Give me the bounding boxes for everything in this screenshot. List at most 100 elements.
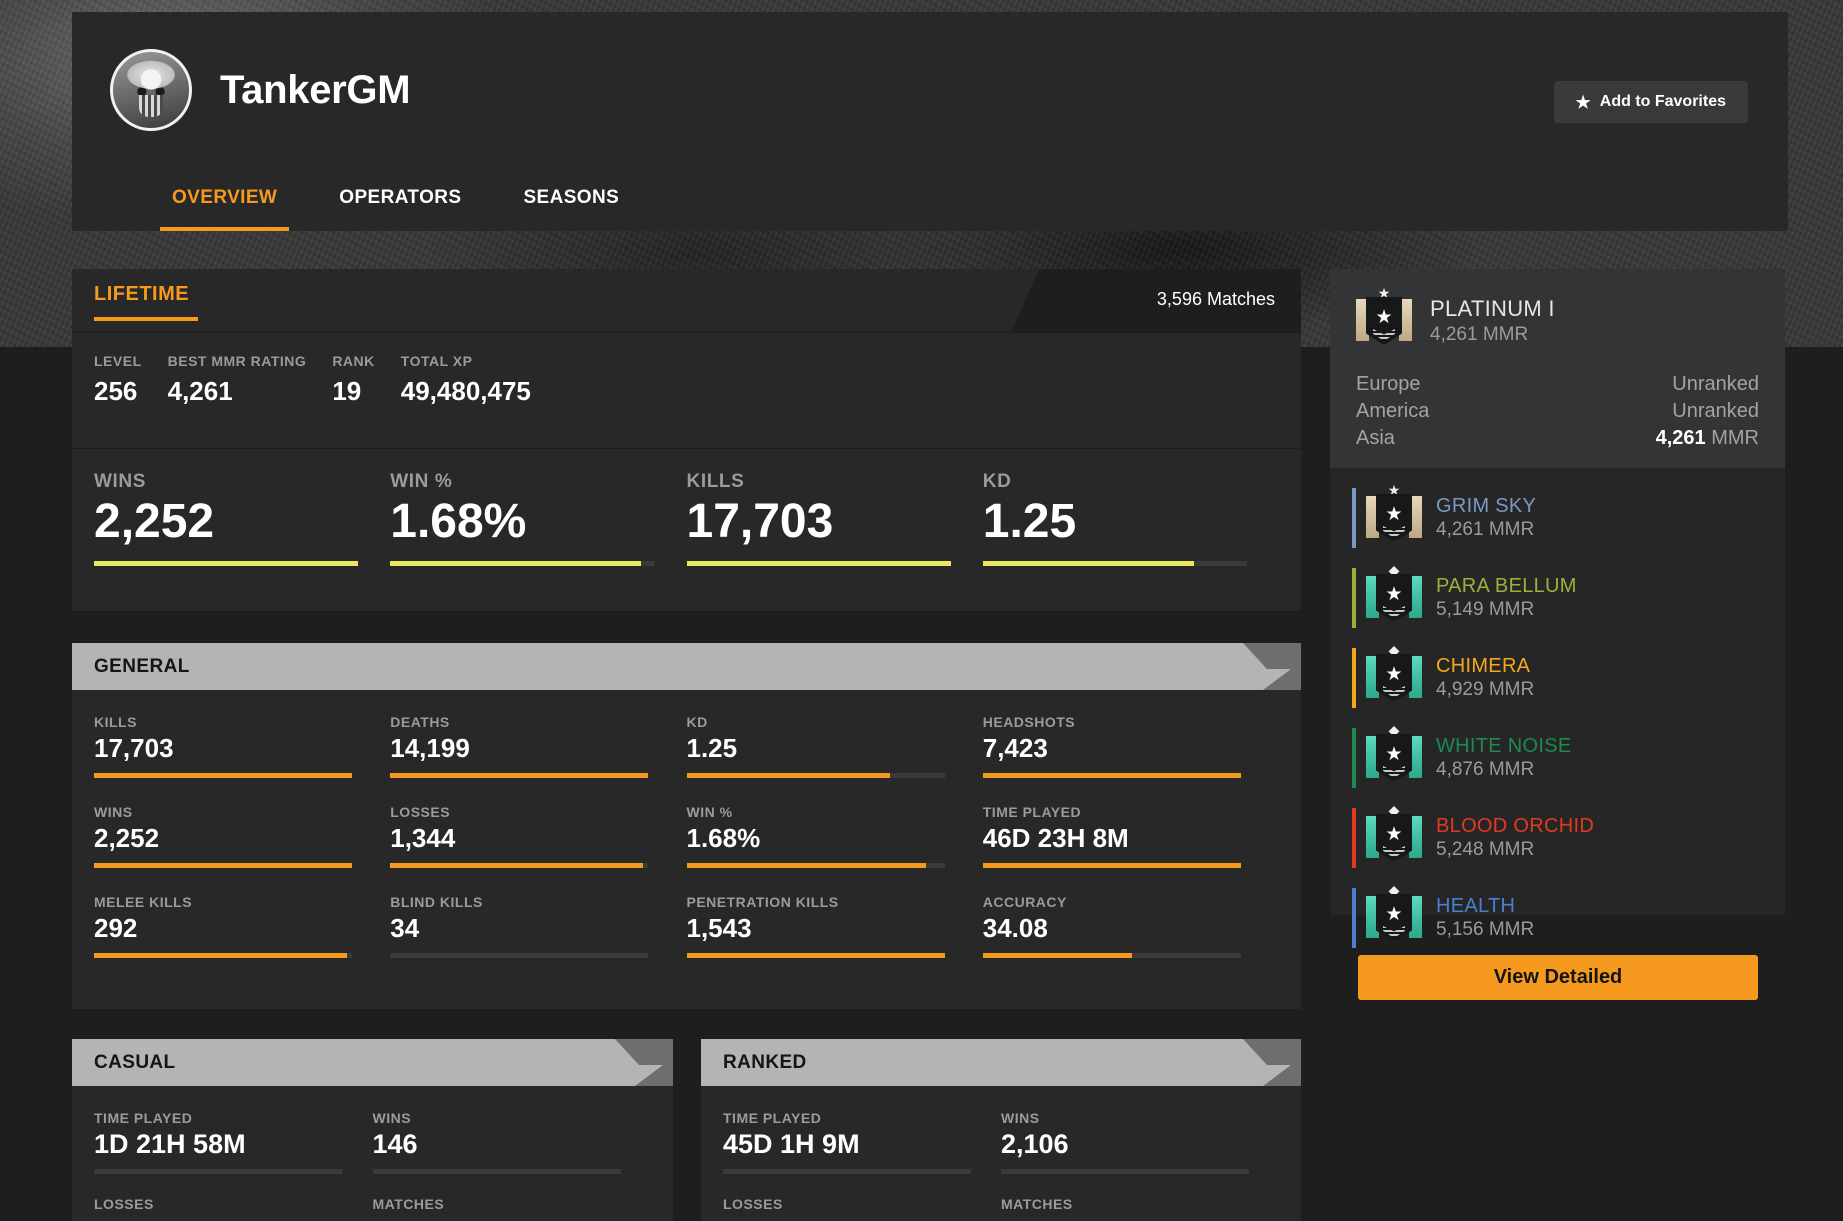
stat-label: KILLS [94, 714, 137, 730]
stat-value: 14,199 [390, 733, 470, 763]
stat-value: 1.25 [982, 495, 1077, 548]
season-accent-bar [1352, 488, 1356, 548]
stat-progress-track [982, 953, 1241, 958]
season-mmr: 4,261 MMR [1436, 519, 1535, 540]
stat-value: 1.68% [686, 823, 761, 853]
view-detailed-button[interactable]: View Detailed [1358, 955, 1758, 1000]
season-history-list: ★ ★ GRIM SKY 4,261 MMR ◆ ★ PARA BELLUM 5,149 MM… [1330, 468, 1785, 958]
season-item-blood-orchid[interactable]: ◆ ★ BLOOD ORCHID 5,248 MMR [1330, 798, 1785, 878]
lifetime-meta-level: LEVEL 256 [94, 353, 142, 407]
ranked-panel: RANKED TIME PLAYED 45D 1H 9M WINS 2,106 LOSS… [701, 1039, 1301, 1221]
tab-seasons[interactable]: SEASONS [523, 187, 619, 231]
lifetime-stat-win-: WIN % 1.68% [390, 471, 686, 566]
stat-progress-track [686, 863, 945, 868]
lifetime-stat-row: WINS 2,252 WIN % 1.68% KILLS 17,703 KD 1.25 [94, 471, 1279, 566]
stat-label: KILLS [686, 471, 745, 492]
stat-label: HEADSHOTS [982, 714, 1076, 730]
stat-progress-track [686, 773, 945, 778]
stat-progress-fill [390, 863, 644, 868]
stat-progress-track [390, 953, 649, 958]
stat-progress-fill [686, 953, 945, 958]
season-item-health[interactable]: ◆ ★ HEALTH 5,156 MMR [1330, 878, 1785, 958]
season-name: GRIM SKY [1436, 495, 1537, 517]
season-accent-bar [1352, 568, 1356, 628]
stat-value: 2,252 [94, 823, 160, 853]
stat-label: WINS [94, 471, 147, 492]
tab-operators[interactable]: OPERATORS [339, 187, 461, 231]
stat-progress-fill [390, 773, 649, 778]
season-rank-badge: ◆ ★ [1366, 643, 1422, 710]
badge-star-icon: ★ [1375, 307, 1393, 328]
platinum-rank-badge: ★ ★ [1356, 286, 1412, 353]
rank-mmr: 4,261 MMR [1430, 324, 1529, 345]
stat-progress-track [94, 1169, 342, 1174]
tab-overview[interactable]: OVERVIEW [159, 187, 290, 231]
region-row-america: America Unranked [1356, 398, 1759, 425]
ranked-stat-wins: WINS 2,106 [1001, 1110, 1279, 1174]
stat-progress-track [686, 953, 945, 958]
stat-value: 2,106 [1001, 1129, 1069, 1159]
meta-label: LEVEL [94, 353, 142, 369]
profile-header-card: TankerGM ★ Add to Favorites OVERVIEW OPE… [72, 12, 1788, 231]
stat-value: 1.68% [390, 495, 527, 548]
rank-sidebar: ★ ★ PLATINUM I 4,261 MMR Europe Unranked A… [1330, 269, 1785, 948]
general-stat-losses: LOSSES 1,344 [390, 804, 686, 868]
region-value: Unranked [1672, 400, 1759, 422]
add-to-favorites-button[interactable]: ★ Add to Favorites [1553, 81, 1748, 123]
stat-label: TIME PLAYED [723, 1110, 822, 1126]
casual-panel-header: CASUAL [72, 1039, 673, 1086]
badge-star-icon: ★ [1385, 744, 1403, 765]
stat-value: 34 [390, 913, 420, 943]
casual-stat-matches: MATCHES [373, 1196, 652, 1221]
stat-progress-track [94, 773, 352, 778]
stat-label: LOSSES [723, 1196, 783, 1212]
season-rank-badge: ◆ ★ [1366, 563, 1422, 630]
region-row-asia: Asia 4,261 MMR [1356, 425, 1759, 452]
stat-progress-fill [686, 773, 891, 778]
season-mmr: 4,876 MMR [1436, 759, 1535, 780]
stat-value: 146 [372, 1129, 418, 1159]
season-mmr: 5,248 MMR [1436, 839, 1535, 860]
season-rank-badge: ◆ ★ [1366, 803, 1422, 870]
page-root: TankerGM ★ Add to Favorites OVERVIEW OPE… [0, 0, 1843, 1221]
season-name: BLOOD ORCHID [1436, 815, 1595, 837]
stat-progress-track [1001, 1169, 1249, 1174]
stat-value: 7,423 [982, 733, 1048, 763]
stat-label: LOSSES [390, 804, 451, 820]
season-rank-badge: ◆ ★ [1366, 883, 1422, 950]
general-panel-title: GENERAL [94, 656, 190, 677]
meta-value: 19 [332, 376, 362, 406]
stat-progress-fill [94, 773, 352, 778]
page-title: TankerGM [220, 67, 411, 112]
meta-value: 4,261 [167, 376, 233, 406]
general-stat-deaths: DEATHS 14,199 [390, 714, 686, 778]
stat-progress-track [390, 863, 649, 868]
stat-progress-fill [982, 953, 1133, 958]
general-stat-time-played: TIME PLAYED 46D 23H 8M [982, 804, 1279, 868]
badge-star-icon: ★ [1385, 824, 1403, 845]
badge-star-icon: ★ [1385, 904, 1403, 925]
season-name: WHITE NOISE [1436, 735, 1572, 757]
season-item-grim-sky[interactable]: ★ ★ GRIM SKY 4,261 MMR [1330, 478, 1785, 558]
season-mmr: 5,149 MMR [1436, 599, 1535, 620]
season-item-chimera[interactable]: ◆ ★ CHIMERA 4,929 MMR [1330, 638, 1785, 718]
stat-value: 292 [94, 913, 138, 943]
stat-progress-track [94, 863, 352, 868]
stat-progress-fill [94, 953, 347, 958]
stat-label: TIME PLAYED [982, 804, 1082, 820]
stat-progress-fill [982, 863, 1241, 868]
stat-value: 17,703 [94, 733, 174, 763]
stat-progress-track [723, 1169, 971, 1174]
skull-avatar[interactable] [110, 49, 192, 131]
season-mmr: 5,156 MMR [1436, 919, 1535, 940]
season-item-para-bellum[interactable]: ◆ ★ PARA BELLUM 5,149 MMR [1330, 558, 1785, 638]
stat-progress-fill [94, 560, 358, 566]
stat-label: WINS [1001, 1110, 1040, 1126]
stat-label: WINS [372, 1110, 412, 1126]
lifetime-meta-row: LEVEL 256 BEST MMR RATING 4,261 RANK 19 TOTAL … [94, 353, 557, 407]
region-value: 4,261 MMR [1655, 427, 1759, 449]
stat-label: MATCHES [372, 1196, 445, 1212]
badge-star-icon: ★ [1385, 504, 1403, 525]
season-item-white-noise[interactable]: ◆ ★ WHITE NOISE 4,876 MMR [1330, 718, 1785, 798]
season-rank-badge: ★ ★ [1366, 483, 1422, 550]
